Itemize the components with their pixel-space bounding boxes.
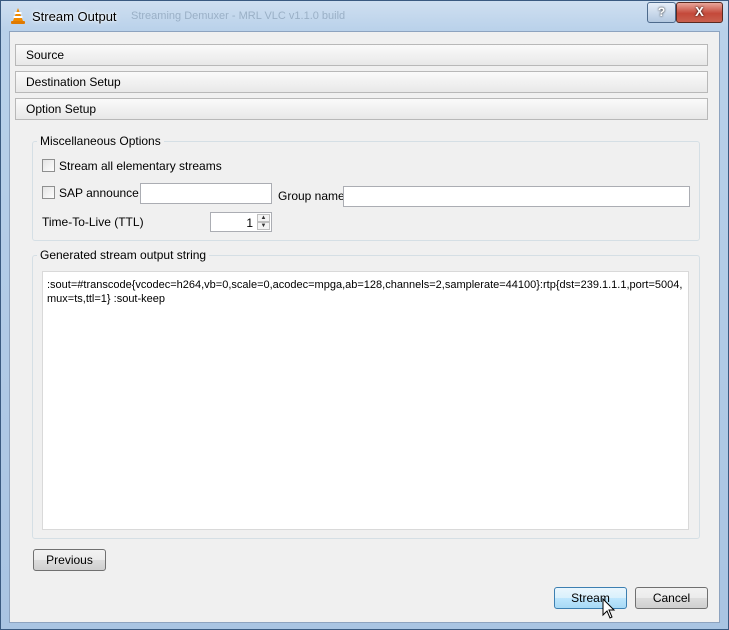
misc-options-title: Miscellaneous Options xyxy=(37,134,164,148)
stream-output-dialog: Stream Output Streaming Demuxer - MRL VL… xyxy=(0,0,729,630)
background-window-title: Streaming Demuxer - MRL VLC v1.1.0 build xyxy=(131,10,346,22)
window-title: Stream Output xyxy=(32,9,117,24)
cancel-button[interactable]: Cancel xyxy=(635,587,708,609)
stream-all-label: Stream all elementary streams xyxy=(59,159,222,173)
group-name-label: Group name xyxy=(278,189,345,203)
sap-announce-checkbox[interactable] xyxy=(42,186,55,199)
sap-announce-field[interactable] xyxy=(140,183,272,204)
spin-up-arrow-icon[interactable]: ▲ xyxy=(257,214,270,222)
close-button[interactable]: X xyxy=(676,2,723,23)
sap-announce-label: SAP announce xyxy=(59,186,139,200)
vlc-cone-icon xyxy=(11,8,25,24)
stream-button[interactable]: Stream xyxy=(554,587,627,609)
ttl-value: 1 xyxy=(246,216,253,230)
group-name-field[interactable] xyxy=(343,186,690,207)
title-bar[interactable]: Stream Output Streaming Demuxer - MRL VL… xyxy=(1,1,728,31)
ttl-spinbox[interactable]: 1 ▲ ▼ xyxy=(210,212,272,232)
section-destination-setup[interactable]: Destination Setup xyxy=(15,71,708,93)
spin-down-arrow-icon[interactable]: ▼ xyxy=(257,222,270,230)
stream-all-checkbox[interactable] xyxy=(42,159,55,172)
section-source[interactable]: Source xyxy=(15,44,708,66)
stream-output-string-textbox[interactable]: :sout=#transcode{vcodec=h264,vb=0,scale=… xyxy=(42,271,689,530)
output-string-title: Generated stream output string xyxy=(37,248,210,262)
mouse-pointer-icon xyxy=(602,598,616,619)
section-option-setup[interactable]: Option Setup xyxy=(15,98,708,120)
ttl-label: Time-To-Live (TTL) xyxy=(42,215,144,229)
help-button[interactable]: ? xyxy=(647,2,676,23)
previous-button[interactable]: Previous xyxy=(33,549,106,571)
